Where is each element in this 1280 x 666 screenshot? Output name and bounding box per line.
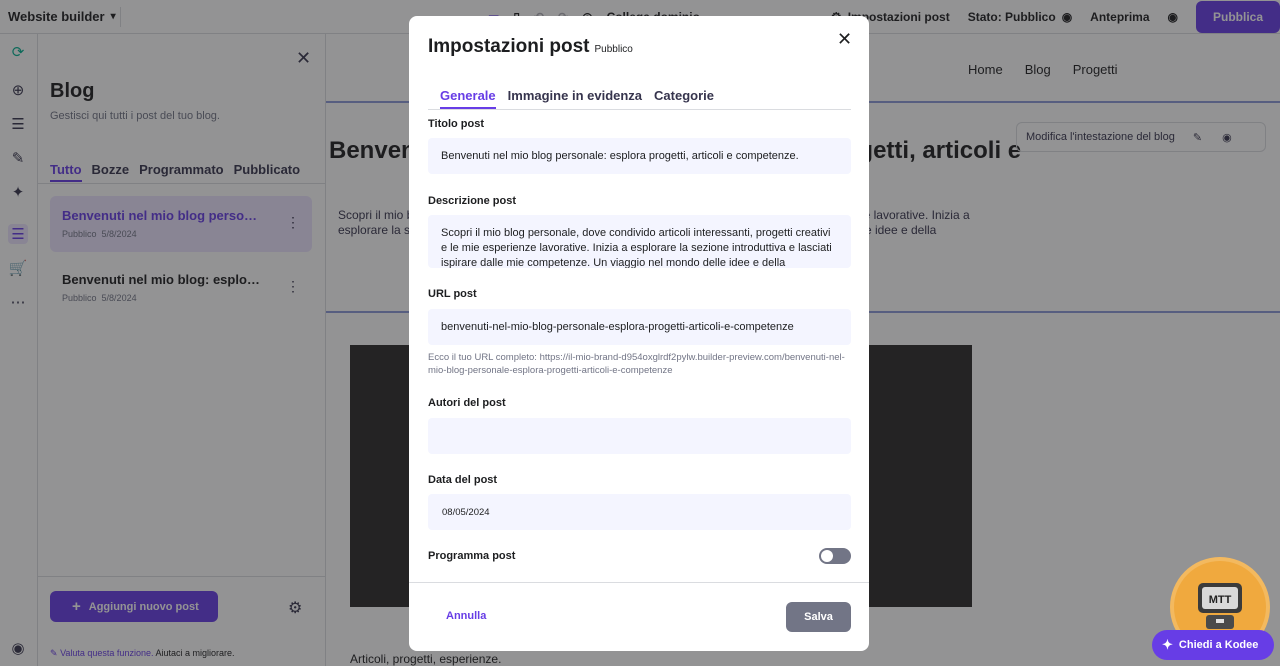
- schedule-label: Programma post: [428, 550, 516, 562]
- url-hint: Ecco il tuo URL completo: https://il-mio…: [428, 352, 845, 376]
- modal-tabs: Generale Immagine in evidenza Categorie: [440, 88, 714, 109]
- description-label: Descrizione post: [428, 195, 517, 207]
- post-title-input[interactable]: Benvenuti nel mio blog personale: esplor…: [428, 138, 851, 174]
- url-label: URL post: [428, 288, 477, 300]
- tab-featured-image[interactable]: Immagine in evidenza: [508, 88, 642, 109]
- title-label: Titolo post: [428, 118, 485, 130]
- avatar-text: MTT: [1209, 594, 1232, 606]
- divider: [409, 582, 869, 583]
- ask-kodee-label: Chiedi a Kodee: [1178, 639, 1259, 651]
- sparkle-icon: ✦: [1162, 637, 1173, 652]
- toggle-knob: [821, 550, 833, 562]
- post-date-input[interactable]: 08/05/2024: [428, 494, 851, 530]
- ask-kodee-button[interactable]: ✦ Chiedi a Kodee: [1152, 630, 1274, 660]
- close-icon[interactable]: ✕: [837, 29, 852, 50]
- save-button[interactable]: Salva: [786, 602, 851, 632]
- tab-general[interactable]: Generale: [440, 88, 496, 109]
- divider: [428, 109, 851, 110]
- tab-categories[interactable]: Categorie: [654, 88, 714, 109]
- modal-title-text: Impostazioni post: [428, 36, 590, 57]
- post-authors-input[interactable]: [428, 418, 851, 454]
- post-url-input[interactable]: benvenuti-nel-mio-blog-personale-esplora…: [428, 309, 851, 345]
- post-description-textarea[interactable]: Scopri il mio blog personale, dove condi…: [428, 215, 851, 268]
- status-badge: Pubblico: [594, 44, 633, 55]
- cancel-button[interactable]: Annulla: [446, 610, 486, 622]
- modal-title: Impostazioni post Pubblico: [428, 36, 633, 58]
- authors-label: Autori del post: [428, 397, 506, 409]
- date-label: Data del post: [428, 474, 498, 486]
- schedule-toggle[interactable]: [819, 548, 851, 564]
- post-settings-modal: Impostazioni post Pubblico ✕ Generale Im…: [409, 16, 869, 651]
